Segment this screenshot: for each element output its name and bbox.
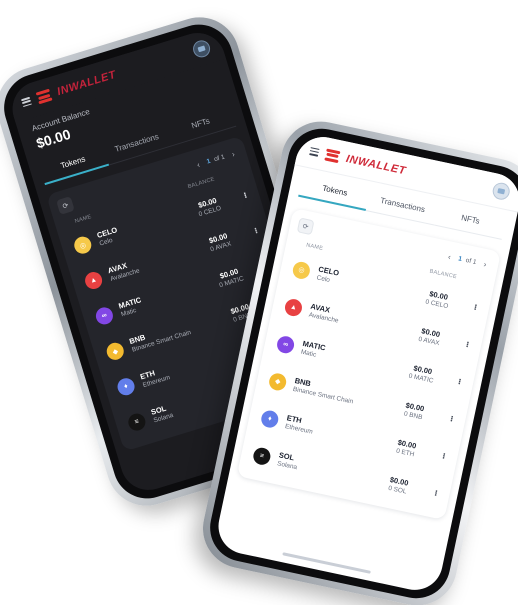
matic-coin-icon: ∞ xyxy=(93,305,116,327)
pagination: ‹ 1 of 1 › xyxy=(444,251,492,270)
bnb-coin-icon: ◆ xyxy=(104,340,126,362)
page-current: 1 xyxy=(457,255,463,263)
refresh-button[interactable]: ⟳ xyxy=(296,217,315,236)
avatar[interactable] xyxy=(190,37,213,59)
brand-name: INWALLET xyxy=(344,152,408,177)
matic-coin-icon: ∞ xyxy=(275,334,296,355)
more-options-icon[interactable]: ⁝ xyxy=(466,301,478,311)
token-balance: $0.000 ETH xyxy=(375,433,437,462)
refresh-icon: ⟳ xyxy=(301,222,310,231)
more-options-icon[interactable]: ⁝ xyxy=(443,412,454,423)
token-balance: $0.00 0 MATIC xyxy=(391,359,453,388)
token-balance: $0.00 0 BNB xyxy=(383,396,445,425)
scroll-indicator[interactable] xyxy=(282,552,371,574)
token-balance: $0.00 0 AVAX xyxy=(399,322,461,351)
refresh-icon: ⟳ xyxy=(61,201,70,211)
eth-coin-icon: ♦ xyxy=(115,376,137,398)
stage: INWALLET Account Balance $0.00 Tokens Tr… xyxy=(0,0,518,605)
inwallet-logo-icon xyxy=(35,88,53,105)
more-options-icon[interactable]: ⁝ xyxy=(247,226,259,238)
pagination: ‹ 1 of 1 › xyxy=(192,148,239,171)
token-info: SOL Solana xyxy=(276,450,371,487)
chevron-right-icon[interactable]: › xyxy=(227,148,239,160)
eth-coin-icon: ♦ xyxy=(259,408,280,429)
more-options-icon[interactable]: ⁝ xyxy=(236,191,249,203)
more-options-icon[interactable]: ⁝ xyxy=(451,375,462,386)
more-options-icon[interactable]: ⁝ xyxy=(427,487,439,497)
hamburger-menu-icon[interactable] xyxy=(309,146,320,157)
page-total: of 1 xyxy=(213,153,226,164)
bnb-coin-icon: ◆ xyxy=(267,371,288,392)
page-total: of 1 xyxy=(464,256,478,267)
sol-coin-icon: ≡ xyxy=(251,445,273,466)
token-balance: $0.00 0 CELO xyxy=(407,284,469,313)
refresh-button[interactable]: ⟳ xyxy=(56,196,75,215)
avax-coin-icon: ▲ xyxy=(82,269,105,292)
chevron-right-icon[interactable]: › xyxy=(479,259,491,271)
more-options-icon[interactable]: ⁝ xyxy=(458,338,470,348)
inwallet-logo-icon xyxy=(324,148,341,163)
avax-coin-icon: ▲ xyxy=(283,297,304,318)
more-options-icon[interactable]: ⁝ xyxy=(435,449,447,460)
celo-coin-icon: ◎ xyxy=(291,259,312,280)
token-rows: ◎ CELO Celo $0.00 0 CELO ⁝ ▲ AVAX Avalanche $0.00… xyxy=(246,249,485,513)
celo-coin-icon: ◎ xyxy=(72,234,94,256)
avatar[interactable] xyxy=(491,181,512,202)
sol-coin-icon: ≡ xyxy=(126,411,148,433)
hamburger-menu-icon[interactable] xyxy=(20,96,32,108)
token-list-card: ⟳ ‹ 1 of 1 › NAME BALANCE ◎ CELO Celo $0.00… xyxy=(236,207,502,521)
token-balance: $0.000 SOL xyxy=(367,470,429,499)
page-current: 1 xyxy=(205,157,212,166)
chevron-left-icon[interactable]: ‹ xyxy=(444,251,456,263)
chevron-left-icon[interactable]: ‹ xyxy=(192,159,204,171)
